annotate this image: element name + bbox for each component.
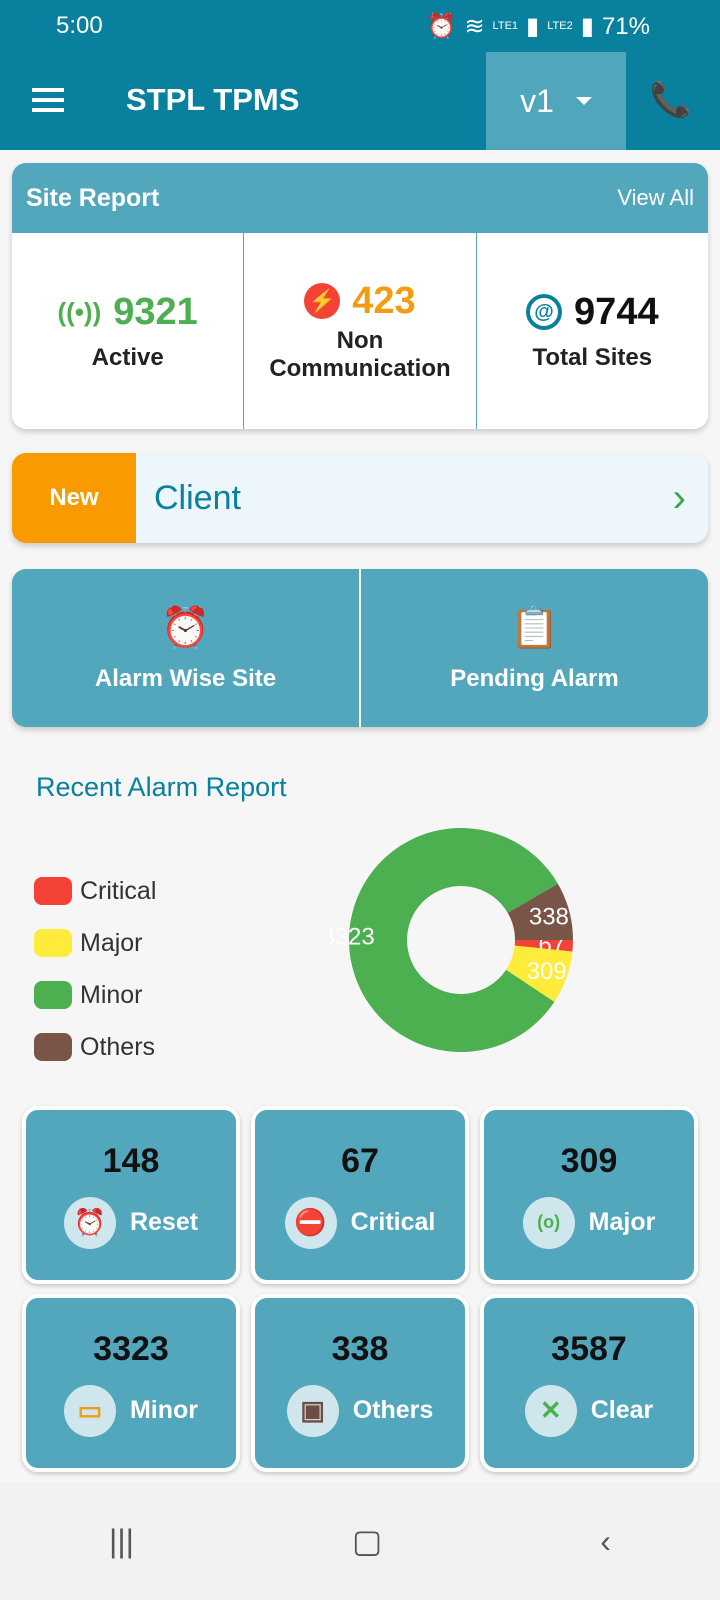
alarm-clock-icon: ⏰	[160, 605, 211, 650]
total-value: 9744	[574, 290, 659, 333]
alarm-actions: ⏰ Alarm Wise Site 📋 Pending Alarm	[12, 569, 708, 727]
site-report-title: Site Report	[26, 183, 160, 212]
active-value: 9321	[113, 290, 198, 333]
site-report-card: Site Report View All ((•)) 9321 Active ⚡ 423…	[12, 163, 708, 429]
tile-label: Reset	[129, 1208, 199, 1236]
donut-label: 3323	[330, 924, 375, 951]
error-octagon-icon: ⛔	[284, 1196, 337, 1249]
tile-label: Major	[588, 1208, 656, 1236]
donut-label: 338	[529, 903, 569, 930]
sim1-label: LTE1	[492, 20, 519, 32]
clipboard-clock-icon: 📋	[509, 605, 560, 650]
tile-label: Clear	[590, 1396, 654, 1424]
legend-item: Minor	[34, 969, 156, 1021]
new-badge: New	[12, 453, 136, 543]
close-icon: ✕	[524, 1384, 577, 1437]
active-label: Active	[91, 343, 164, 371]
signal-icon: ▮	[580, 13, 594, 40]
total-label: Total Sites	[532, 343, 653, 371]
caret-down-icon	[575, 97, 592, 105]
chevron-right-icon: ›	[672, 475, 686, 520]
devices-icon: ▣	[286, 1384, 339, 1437]
tile-label: Minor	[129, 1396, 199, 1424]
alarm-tiles: 148 ⏰ Reset 67 ⛔ Critical 309 (o) Major 3323 ▭ M…	[22, 1106, 698, 1472]
legend-item: Major	[34, 917, 156, 969]
tile-value: 309	[560, 1141, 618, 1180]
view-all-link[interactable]: View All	[617, 185, 694, 211]
sim2-label: LTE2	[547, 20, 573, 32]
tile-value: 3587	[551, 1329, 627, 1368]
signal-box-icon: (o)	[522, 1196, 575, 1249]
pending-label: Pending Alarm	[450, 664, 619, 692]
battery-text: 71%	[601, 12, 650, 40]
donut-label: 309	[527, 958, 567, 985]
tile-minor[interactable]: 3323 ▭ Minor	[22, 1294, 240, 1472]
tile-value: 3323	[93, 1329, 169, 1368]
client-row[interactable]: New Client ›	[12, 453, 708, 543]
lightning-icon: ⚡	[304, 283, 341, 319]
recent-alarm-title: Recent Alarm Report	[36, 772, 287, 802]
menu-icon[interactable]	[32, 88, 64, 118]
phone-icon[interactable]: 📞	[650, 80, 692, 120]
at-icon: @	[526, 294, 563, 330]
wifi-icon: ≋	[464, 13, 485, 40]
alarm-wise-label: Alarm Wise Site	[94, 664, 277, 692]
chart-legend: Critical Major Minor Others	[34, 865, 156, 1073]
status-bar: 5:00 ⏰ ≋ LTE1 ▮ LTE2 ▮ 71%	[56, 12, 650, 41]
back-icon[interactable]: ‹	[600, 1523, 611, 1560]
alarm-donut-chart: 673093323338	[330, 828, 573, 1052]
tile-major[interactable]: 309 (o) Major	[480, 1106, 698, 1284]
legend-item: Others	[34, 1021, 156, 1073]
total-sites-stat[interactable]: @9744 Total Sites	[477, 233, 708, 429]
alarm-clock-icon: ⏰	[63, 1196, 116, 1249]
version-value: v1	[520, 82, 554, 119]
tile-label: Others	[352, 1396, 434, 1424]
tile-value: 148	[102, 1141, 160, 1180]
client-label: Client	[154, 478, 241, 517]
legend-item: Critical	[34, 865, 156, 917]
tile-value: 67	[341, 1141, 379, 1180]
recents-icon[interactable]: |||	[109, 1523, 134, 1560]
signal-icon: ▮	[526, 13, 540, 40]
non-comm-label: Non Communication	[269, 326, 451, 382]
version-dropdown[interactable]: v1	[486, 52, 626, 150]
tile-others[interactable]: 338 ▣ Others	[251, 1294, 469, 1472]
non-communication-stat[interactable]: ⚡ 423 Non Communication	[244, 233, 477, 429]
monitor-icon: ▭	[63, 1384, 116, 1437]
non-comm-value: 423	[352, 279, 416, 322]
alarm-icon: ⏰	[426, 13, 457, 40]
alarm-wise-site-button[interactable]: ⏰ Alarm Wise Site	[12, 569, 361, 727]
app-title: STPL TPMS	[126, 82, 300, 117]
tile-label: Critical	[350, 1208, 436, 1236]
system-nav-bar: ||| ▢ ‹	[0, 1482, 720, 1600]
tile-clear[interactable]: 3587 ✕ Clear	[480, 1294, 698, 1472]
tile-reset[interactable]: 148 ⏰ Reset	[22, 1106, 240, 1284]
home-icon[interactable]: ▢	[352, 1522, 382, 1560]
tile-value: 338	[331, 1329, 389, 1368]
top-bar: 5:00 ⏰ ≋ LTE1 ▮ LTE2 ▮ 71% STPL TPMS v1 📞	[0, 0, 720, 150]
tile-critical[interactable]: 67 ⛔ Critical	[251, 1106, 469, 1284]
active-stat[interactable]: ((•)) 9321 Active	[12, 233, 245, 429]
clock: 5:00	[56, 12, 103, 39]
pending-alarm-button[interactable]: 📋 Pending Alarm	[361, 569, 708, 727]
antenna-icon: ((•))	[57, 296, 102, 327]
